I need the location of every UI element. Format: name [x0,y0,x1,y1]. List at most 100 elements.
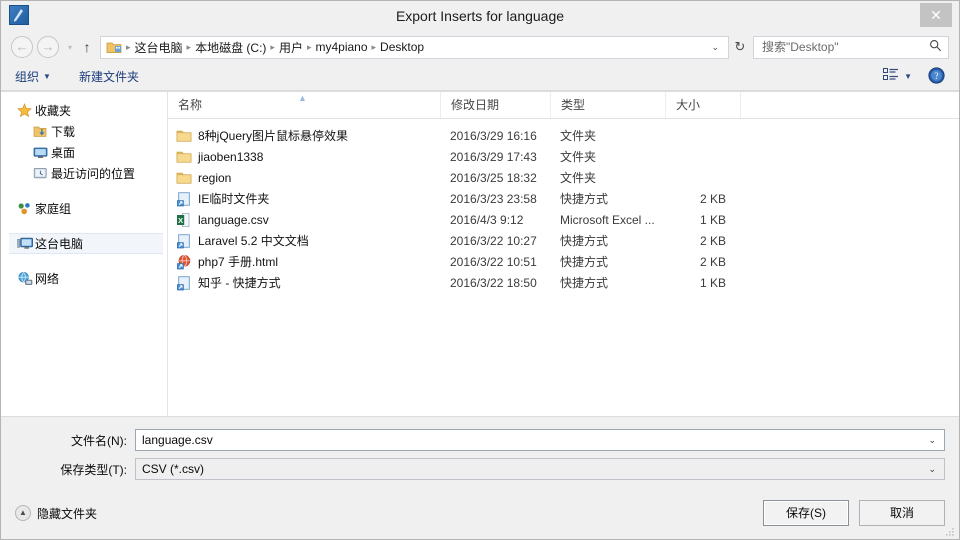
file-name-label: php7 手册.html [198,255,279,269]
table-row[interactable]: region 2016/3/25 18:32 文件夹 [168,167,959,188]
change-view-button[interactable]: ▼ [883,68,912,85]
shortcut-icon [176,233,192,249]
sidebar-item-homegroup[interactable]: 家庭组 [1,198,167,219]
chevron-down-icon: ▼ [904,72,912,81]
html-shortcut-icon [176,254,192,270]
chevron-down-icon[interactable]: ⌄ [924,464,940,475]
breadcrumb-item-3[interactable]: my4piano [312,40,370,54]
file-name-cell: 知乎 - 快捷方式 [168,274,440,291]
sidebar-item-label: 最近访问的位置 [51,167,136,181]
sidebar-item-favorites[interactable]: 收藏夹 [1,100,167,121]
file-size-cell: 2 KB [699,233,726,248]
file-name-cell: region [168,170,440,186]
file-type-cell: 文件夹 [560,129,597,143]
table-row[interactable]: Laravel 5.2 中文文档 2016/3/22 10:27 快捷方式 2 KB [168,230,959,251]
sidebar-item-downloads[interactable]: 下载 [1,121,167,142]
footer-buttons: 保存(S) 取消 [763,500,945,526]
search-input[interactable] [760,39,929,55]
sidebar-item-label: 网络 [35,272,60,286]
recent-icon [33,166,51,181]
shortcut-icon [176,191,192,207]
dialog-body: 收藏夹 下载 桌面 最近访问的位置 家庭组 这台电脑 网络 名称 修改日期 类型… [1,91,959,416]
organize-label: 组织 [15,70,40,84]
filename-field[interactable]: language.csv ⌄ [135,429,945,451]
navigation-pane: 收藏夹 下载 桌面 最近访问的位置 家庭组 这台电脑 网络 [1,92,168,416]
back-button[interactable]: ← [11,36,33,58]
file-name-cell: jiaoben1338 [168,149,440,165]
list-view-icon [883,68,899,85]
up-button[interactable]: ↑ [77,39,97,55]
save-form: 文件名(N): language.csv ⌄ 保存类型(T): CSV (*.c… [1,416,959,487]
file-date-cell: 2016/3/25 18:32 [450,170,537,185]
refresh-icon[interactable]: ↻ [729,39,751,55]
chevron-down-icon[interactable]: ⌄ [924,435,940,446]
filename-row: 文件名(N): language.csv ⌄ [15,429,945,451]
organize-button[interactable]: 组织 ▼ [15,68,51,85]
filetype-select[interactable]: CSV (*.csv) ⌄ [135,458,945,480]
file-name-cell: IE临时文件夹 [168,190,440,207]
hide-folders-button[interactable]: ▲ 隐藏文件夹 [15,505,97,522]
column-header-date[interactable]: 修改日期 [440,92,550,118]
address-bar[interactable]: ▸ 这台电脑 ▸ 本地磁盘 (C:) ▸ 用户 ▸ my4piano ▸ Des… [100,35,729,59]
breadcrumb-item-1[interactable]: 本地磁盘 (C:) [192,39,269,56]
file-type-cell: 快捷方式 [560,234,609,248]
file-size-cell: 2 KB [699,191,726,206]
resize-grip[interactable] [945,526,955,536]
toolbar-right-group: ▼ ? [883,66,945,87]
filename-value: language.csv [142,433,213,447]
command-toolbar: 组织 ▼ 新建文件夹 ▼ ? [1,63,959,91]
save-dialog-window: Export Inserts for language ✕ ← → ▾ ↑ ▸ … [0,0,960,540]
file-name-cell: Xlanguage.csv [168,212,440,228]
computer-icon [17,236,35,251]
table-row[interactable]: jiaoben1338 2016/3/29 17:43 文件夹 [168,146,959,167]
sidebar-item-this-pc[interactable]: 这台电脑 [9,233,163,254]
breadcrumb-item-4[interactable]: Desktop [377,40,427,54]
table-row[interactable]: php7 手册.html 2016/3/22 10:51 快捷方式 2 KB [168,251,959,272]
file-size-cell: 1 KB [699,275,726,290]
svg-text:X: X [178,215,183,224]
new-folder-button[interactable]: 新建文件夹 [79,68,139,85]
sidebar-item-label: 这台电脑 [35,237,84,251]
file-list-pane: 名称 修改日期 类型 大小 ▲ 8种jQuery图片鼠标悬停效果 2016/3/2… [168,92,959,416]
table-row[interactable]: 知乎 - 快捷方式 2016/3/22 18:50 快捷方式 1 KB [168,272,959,293]
desktop-icon [33,145,51,160]
close-icon[interactable]: ✕ [920,3,952,27]
breadcrumb-item-2[interactable]: 用户 [276,39,306,56]
sidebar-item-recent-places[interactable]: 最近访问的位置 [1,163,167,184]
folder-icon [106,40,122,54]
filetype-row: 保存类型(T): CSV (*.csv) ⌄ [15,458,945,480]
file-type-cell: 文件夹 [560,171,597,185]
file-name-label: region [198,170,232,185]
breadcrumb-item-0[interactable]: 这台电脑 [132,39,186,56]
file-name-label: jiaoben1338 [198,149,264,164]
filename-label: 文件名(N): [71,433,127,448]
svg-text:?: ? [935,71,939,81]
chevron-down-icon[interactable]: ⌄ [705,42,725,53]
table-row[interactable]: Xlanguage.csv 2016/4/3 9:12 Microsoft Exce… [168,209,959,230]
help-button[interactable]: ? [928,66,945,87]
cancel-button[interactable]: 取消 [859,500,945,526]
filetype-label: 保存类型(T): [60,462,127,477]
table-row[interactable]: IE临时文件夹 2016/3/23 23:58 快捷方式 2 KB [168,188,959,209]
excel-icon: X [176,212,192,228]
hide-folders-label: 隐藏文件夹 [37,506,98,521]
table-row[interactable]: 8种jQuery图片鼠标悬停效果 2016/3/29 16:16 文件夹 [168,125,959,146]
history-dropdown-icon[interactable]: ▾ [63,43,77,52]
star-icon [17,103,35,118]
file-size-cell: 2 KB [699,254,726,269]
column-header-type[interactable]: 类型 [550,92,665,118]
forward-button[interactable]: → [37,36,59,58]
column-header-size[interactable]: 大小 [665,92,740,118]
sidebar-item-network[interactable]: 网络 [1,268,167,289]
sidebar-item-desktop[interactable]: 桌面 [1,142,167,163]
save-button[interactable]: 保存(S) [763,500,849,526]
file-name-label: language.csv [198,212,269,227]
homegroup-icon [17,201,35,216]
folder-icon [176,170,192,186]
search-icon[interactable] [929,39,942,55]
file-name-cell: php7 手册.html [168,253,440,270]
search-box[interactable] [753,35,949,59]
filetype-value: CSV (*.csv) [142,462,205,476]
